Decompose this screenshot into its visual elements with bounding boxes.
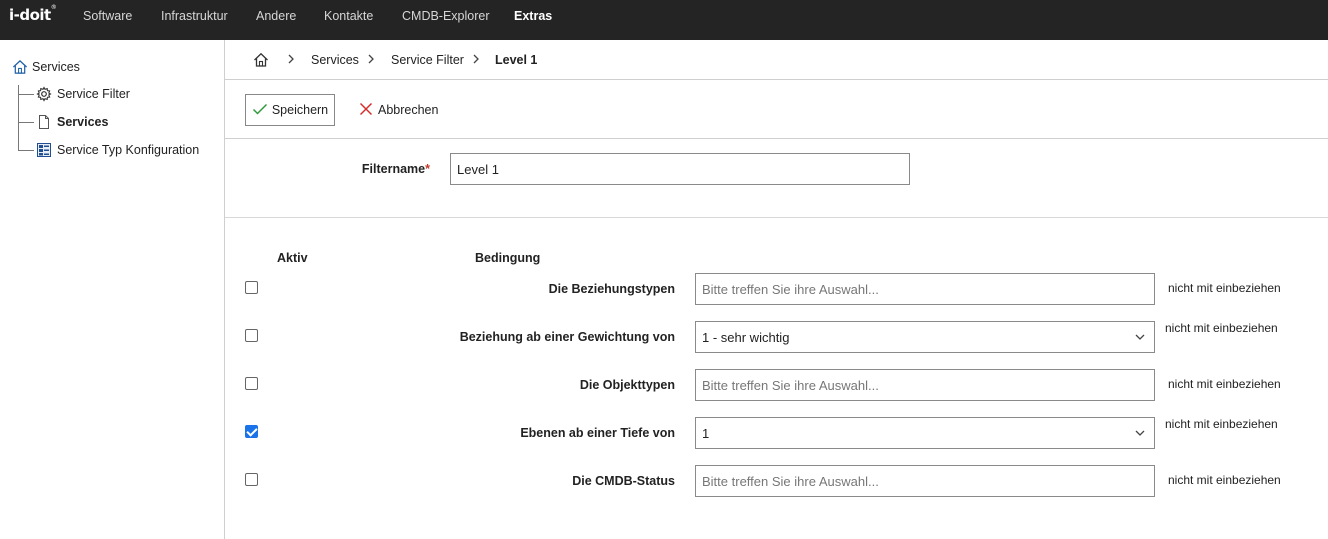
chevron-down-icon [1134, 427, 1146, 442]
exclude-note: nicht mit einbeziehen [1165, 417, 1278, 431]
condition-label-objekttypen: Die Objekttypen [579, 378, 675, 392]
sidebar-item-service-filter[interactable]: Service Filter [36, 86, 130, 102]
nav-kontakte[interactable]: Kontakte [324, 9, 373, 23]
checkbox-gewichtung[interactable] [245, 329, 258, 342]
filtername-input[interactable] [450, 153, 910, 185]
home-icon[interactable] [253, 52, 269, 71]
exclude-note: nicht mit einbeziehen [1168, 473, 1281, 487]
checkbox-cmdb-status[interactable] [245, 473, 258, 486]
save-button[interactable]: Speichern [245, 94, 335, 126]
tree-connector [18, 94, 34, 95]
condition-label-cmdb-status: Die CMDB-Status [572, 474, 675, 488]
i-doit-logo[interactable]: i-doit® [9, 4, 57, 24]
nav-cmdb-explorer[interactable]: CMDB-Explorer [402, 9, 490, 23]
sidebar-item-label: Services [57, 115, 109, 129]
sidebar-item-service-typ-konfiguration[interactable]: Service Typ Konfiguration [36, 142, 199, 158]
checkbox-beziehungstypen[interactable] [245, 281, 258, 294]
condition-label-gewichtung: Beziehung ab einer Gewichtung von [459, 330, 675, 344]
sidebar-tree: Services Service Filter Services Service… [0, 40, 225, 539]
condition-label-tiefe: Ebenen ab einer Tiefe von [520, 426, 675, 440]
select-value: 1 [702, 425, 710, 441]
sidebar-item-services-root[interactable]: Services [12, 59, 80, 75]
tree-connector [18, 150, 34, 151]
nav-extras[interactable]: Extras [514, 9, 552, 23]
chevron-right-icon [472, 53, 480, 68]
tree-connector [18, 122, 34, 123]
exclude-note: nicht mit einbeziehen [1165, 321, 1278, 335]
select-value: 1 - sehr wichtig [702, 329, 790, 345]
beziehungstypen-input[interactable] [695, 273, 1155, 305]
document-icon [36, 114, 52, 130]
config-icon [36, 142, 52, 158]
sidebar-root-label: Services [32, 60, 80, 74]
nav-andere[interactable]: Andere [256, 9, 296, 23]
condition-label-beziehungstypen: Die Beziehungstypen [548, 282, 675, 296]
filtername-label: Filtername* [361, 162, 430, 176]
exclude-note: nicht mit einbeziehen [1168, 377, 1281, 391]
column-header-bedingung: Bedingung [475, 251, 541, 265]
objekttypen-input[interactable] [695, 369, 1155, 401]
nav-software[interactable]: Software [83, 9, 132, 23]
breadcrumb-service-filter[interactable]: Service Filter [391, 53, 464, 67]
chevron-right-icon [367, 53, 375, 68]
cancel-button[interactable]: Abbrechen [359, 94, 438, 126]
check-icon [252, 102, 268, 119]
breadcrumb-current: Level 1 [495, 53, 538, 67]
cmdb-status-input[interactable] [695, 465, 1155, 497]
gear-icon [36, 86, 52, 102]
cancel-button-label: Abbrechen [378, 103, 439, 117]
column-header-aktiv: Aktiv [277, 251, 308, 265]
breadcrumb-services[interactable]: Services [311, 53, 359, 67]
checkbox-objekttypen[interactable] [245, 377, 258, 390]
sidebar-item-label: Service Typ Konfiguration [57, 143, 200, 157]
close-icon [359, 102, 373, 119]
section-divider [225, 217, 1328, 218]
sidebar-item-services[interactable]: Services [36, 114, 108, 130]
home-icon [12, 59, 28, 75]
nav-infrastruktur[interactable]: Infrastruktur [161, 9, 228, 23]
top-navigation-bar: i-doit® Software Infrastruktur Andere Ko… [0, 0, 1328, 40]
chevron-down-icon [1134, 331, 1146, 346]
action-toolbar: Speichern Abbrechen [225, 80, 1328, 139]
gewichtung-select[interactable]: 1 - sehr wichtig [695, 321, 1155, 353]
checkbox-tiefe[interactable] [245, 425, 258, 438]
sidebar-item-label: Service Filter [57, 87, 130, 101]
breadcrumb: Services Service Filter Level 1 [225, 40, 1328, 80]
chevron-right-icon [287, 53, 295, 68]
save-button-label: Speichern [271, 103, 329, 117]
exclude-note: nicht mit einbeziehen [1168, 281, 1281, 295]
tiefe-select[interactable]: 1 [695, 417, 1155, 449]
